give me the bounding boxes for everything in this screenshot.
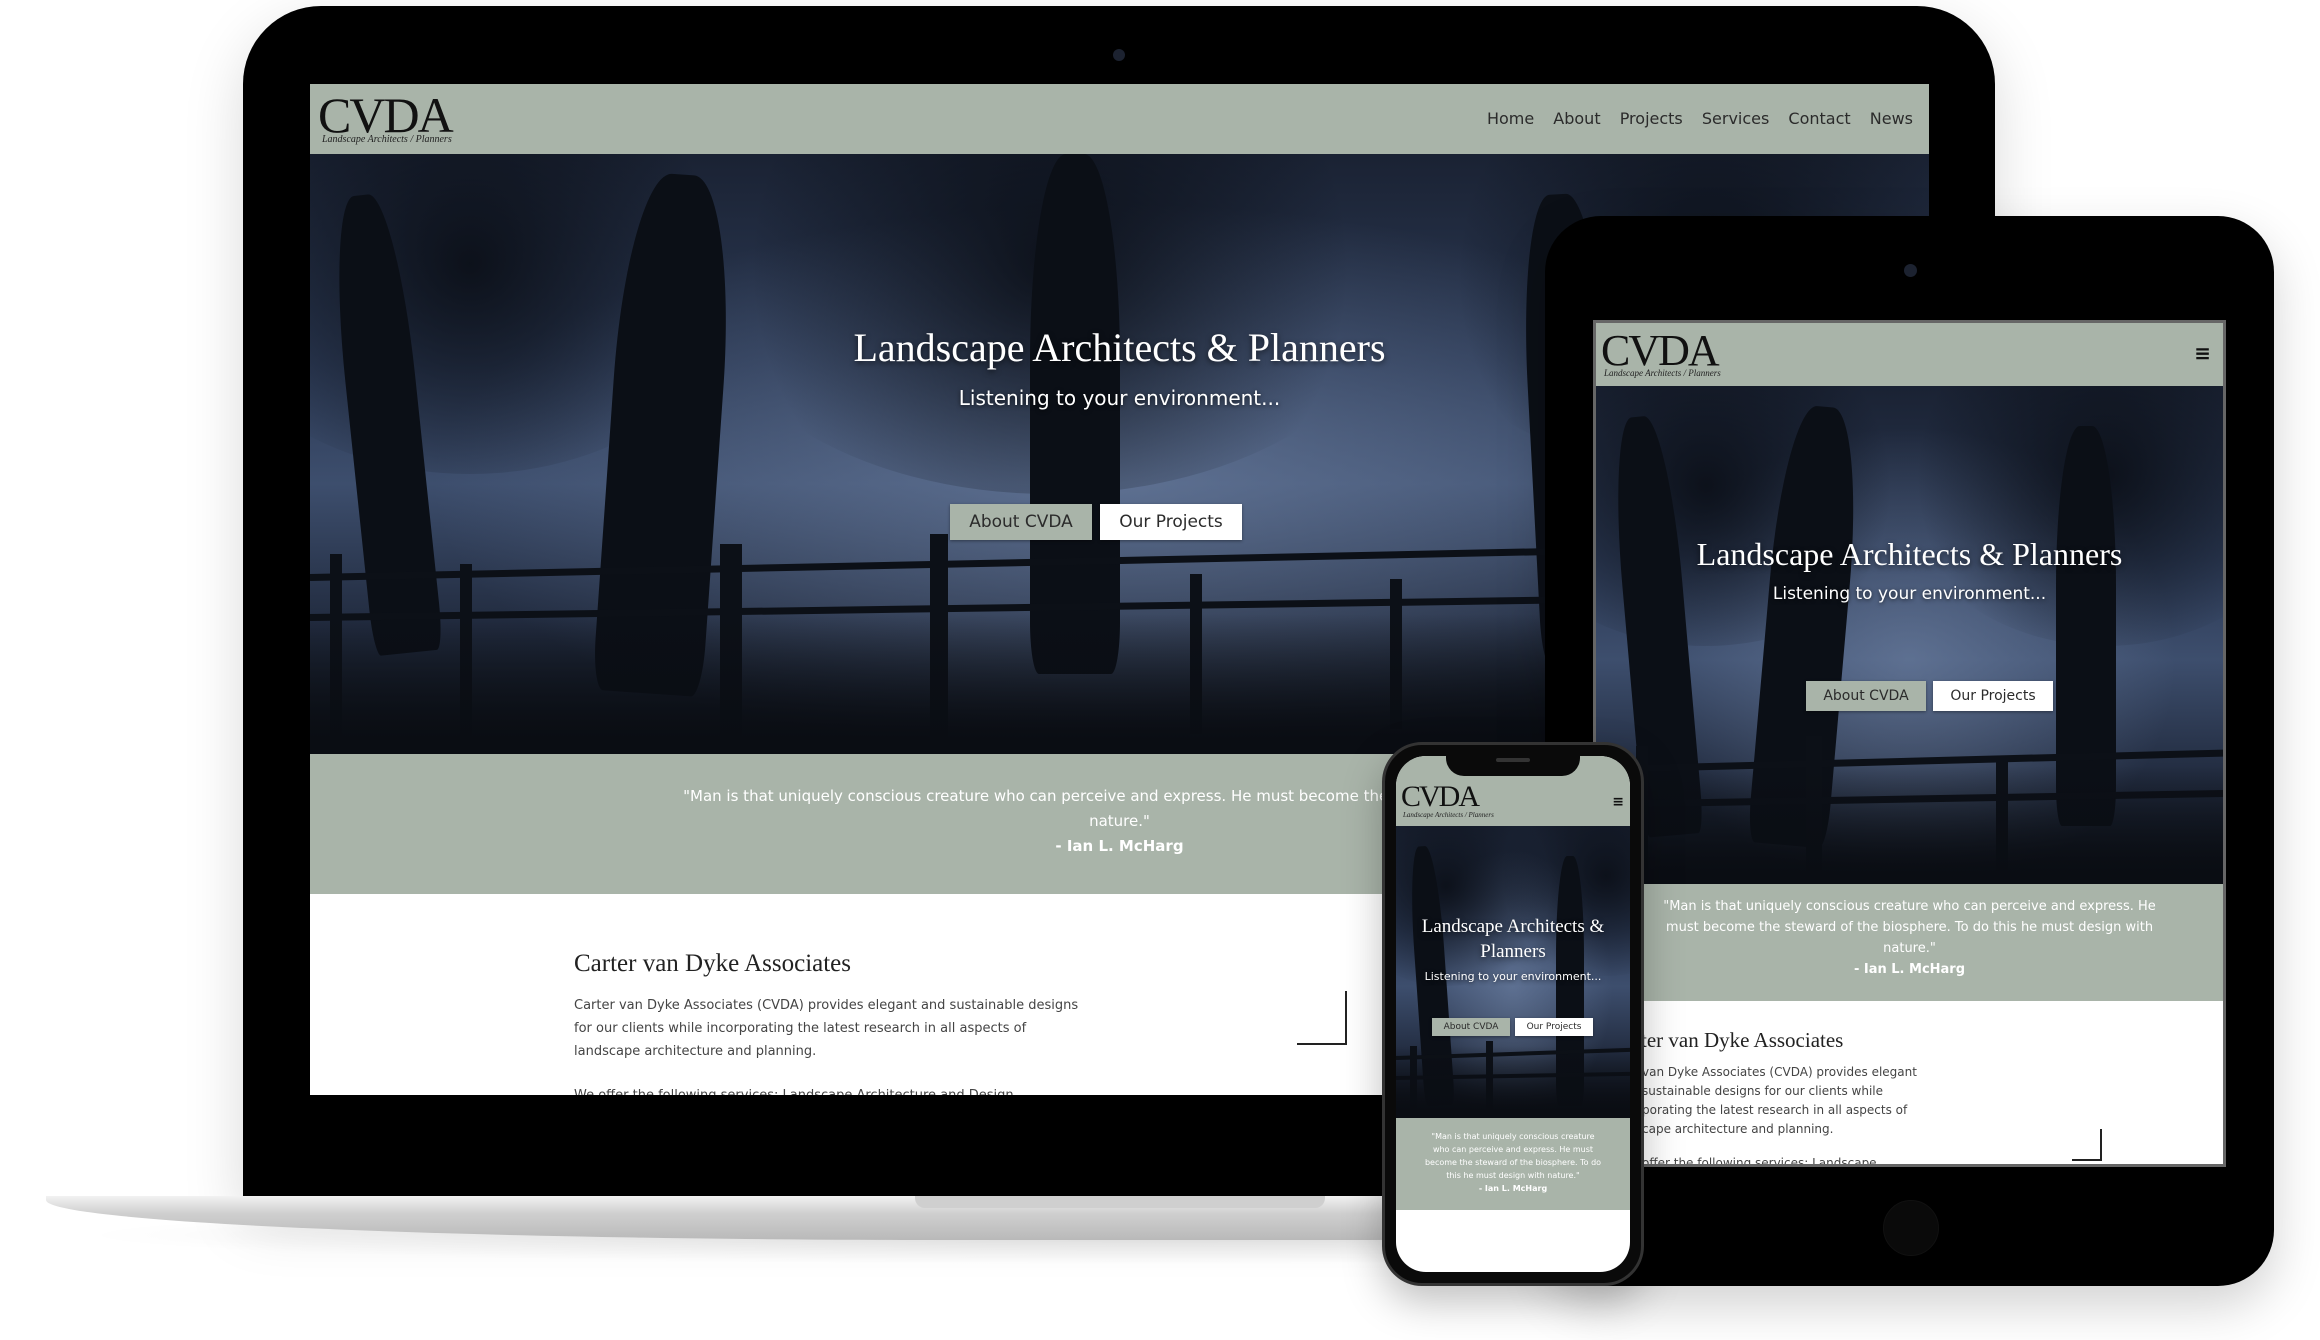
hero-ground [1596,766,2223,884]
decorative-corner [2072,1129,2102,1161]
about-cvda-button[interactable]: About CVDA [950,504,1092,540]
about-paragraph: Carter van Dyke Associates (CVDA) provid… [574,994,1084,1095]
site-logo[interactable]: CVDA [1601,329,1720,373]
our-projects-button[interactable]: Our Projects [1100,504,1242,540]
nav-home[interactable]: Home [1487,109,1534,128]
hero-tree [1030,154,1120,674]
nav-services[interactable]: Services [1702,109,1769,128]
hero-subtitle: Listening to your environment... [1424,970,1602,983]
logo-tagline: Landscape Architects / Planners [1403,811,1494,819]
tablet-home-button [1883,1200,1939,1256]
about-heading: rter van Dyke Associates [1634,1028,1844,1052]
hero-title: Landscape Architects & Planners [1696,536,2123,572]
about-line: porating the latest research in all aspe… [1642,1103,1908,1117]
quote-author: - Ian L. McHarg [1478,1184,1548,1193]
hero-ground [1396,1046,1630,1118]
about-line: van Dyke Associates (CVDA) provides eleg… [1642,1065,1917,1079]
main-menu: Home About Projects Services Contact New… [1473,109,1913,128]
site-header: CVDA Landscape Architects / Planners Hom… [310,84,1929,154]
our-projects-button[interactable]: Our Projects [1933,681,2053,711]
about-services-line: We offer the following services: Landsca… [574,1084,1084,1095]
phone-screen: CVDA Landscape Architects / Planners ≡ L… [1396,756,1630,1272]
nav-projects[interactable]: Projects [1620,109,1683,128]
quote-line: this he must design with nature." [1446,1171,1580,1180]
hero-subtitle: Listening to your environment... [1772,584,2047,604]
nav-contact[interactable]: Contact [1788,109,1850,128]
phone-speaker [1496,758,1530,762]
phone-notch [1446,752,1580,776]
site-logo[interactable]: CVDA [1401,782,1480,812]
decorative-corner [1297,991,1347,1045]
about-line: for our clients while incorporating the … [574,1021,1027,1036]
laptop-camera [1113,49,1125,61]
about-cvda-button[interactable]: About CVDA [1432,1018,1510,1036]
hero-title: Landscape Architects & Planners [1421,916,1605,962]
quote-author: - Ian L. McHarg [1853,962,1966,977]
logo-tagline: Landscape Architects / Planners [322,134,452,145]
about-heading: Carter van Dyke Associates [574,950,852,977]
our-projects-button[interactable]: Our Projects [1515,1018,1593,1036]
quote-line: nature." [1883,941,1936,956]
hamburger-icon[interactable]: ≡ [2194,341,2211,365]
quote-line: who can perceive and express. He must [1432,1145,1594,1154]
about-paragraph: van Dyke Associates (CVDA) provides eleg… [1642,1063,1917,1167]
site-header: CVDA Landscape Architects / Planners ≡ [1596,323,2223,386]
laptop-base-notch [915,1196,1325,1208]
about-cvda-button[interactable]: About CVDA [1806,681,1926,711]
nav-about[interactable]: About [1553,109,1600,128]
about-services-line: offer the following services: Landscape [1642,1156,1877,1167]
site-logo[interactable]: CVDA [318,90,454,140]
about-line: sustainable designs for our clients whil… [1642,1084,1883,1098]
quote-section: "Man is that uniquely conscious creature… [1596,884,2223,1001]
tablet-screen: CVDA Landscape Architects / Planners ≡ L… [1593,320,2226,1167]
hero-banner: Landscape Architects & Planners Listenin… [1596,386,2223,884]
quote-line: "Man is that uniquely conscious creature [1431,1132,1595,1141]
quote-line: "Man is that uniquely conscious creature… [1663,899,2156,914]
tablet-camera [1904,264,1917,277]
hero-banner: Landscape Architects & Planners Listenin… [1396,826,1630,1118]
nav-news[interactable]: News [1870,109,1913,128]
about-line: cape architecture and planning. [1642,1122,1834,1136]
about-line: landscape architecture and planning. [574,1044,817,1059]
hamburger-icon[interactable]: ≡ [1612,794,1624,810]
quote-line: become the steward of the biosphere. To … [1424,1158,1602,1167]
logo-tagline: Landscape Architects / Planners [1604,368,1721,378]
about-line: Carter van Dyke Associates (CVDA) provid… [574,998,1079,1013]
quote-section: "Man is that uniquely conscious creature… [1396,1118,1630,1210]
quote-line: must become the steward of the biosphere… [1665,920,2154,935]
